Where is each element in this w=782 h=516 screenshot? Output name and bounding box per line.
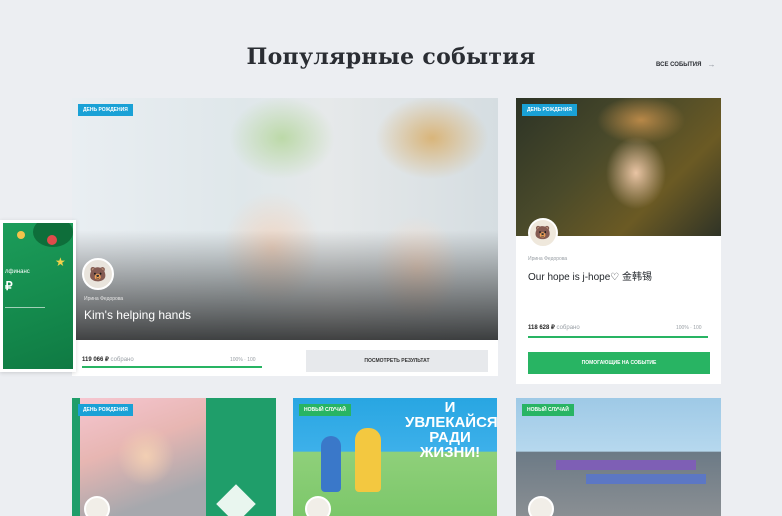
- author-avatar: [305, 496, 331, 516]
- all-events-label: ВСЕ СОБЫТИЯ: [656, 61, 702, 68]
- category-badge: НОВЫЙ СЛУЧАЙ: [522, 404, 574, 416]
- event-card-bottom-3[interactable]: НОВЫЙ СЛУЧАЙ: [516, 398, 721, 516]
- category-badge: НОВЫЙ СЛУЧАЙ: [299, 404, 351, 416]
- category-badge: ДЕНЬ РОЖДЕНИЯ: [78, 104, 133, 116]
- event-card-featured[interactable]: ДЕНЬ РОЖДЕНИЯ 🐻 Ирина Федорова Kim's hel…: [72, 98, 498, 376]
- image-gradient-overlay: [72, 230, 498, 340]
- poster-figure: [321, 436, 341, 492]
- raised-amount-value: 118 628 ₽: [528, 325, 555, 331]
- author-avatar: 🐻: [82, 258, 114, 290]
- arrow-right-icon: →: [707, 60, 716, 69]
- help-event-button[interactable]: ПОМОГАЮЩИЕ НА СОБЫТИЕ: [528, 352, 710, 374]
- progress-bar: [82, 366, 262, 368]
- raised-amount-suffix: собрано: [110, 357, 134, 363]
- decor-ornament: [17, 231, 25, 239]
- event-image: [516, 98, 721, 236]
- poster-text: И УВЛЕКАЙСЯ РАДИ ЖИЗНИ!: [405, 399, 497, 461]
- author-avatar: [84, 496, 110, 516]
- promo-line-2: ₽: [5, 279, 13, 293]
- author-avatar: [528, 496, 554, 516]
- popular-events-page: Популярные события ВСЕ СОБЫТИЯ → ДЕНЬ РО…: [0, 0, 782, 516]
- promo-divider: [5, 307, 45, 308]
- promo-image: ★ лфинанс ₽: [3, 223, 73, 369]
- view-result-button[interactable]: ПОСМОТРЕТЬ РЕЗУЛЬТАТ: [306, 350, 488, 372]
- raised-amount: 119 066 ₽ собрано: [82, 356, 134, 363]
- progress-percent: 100% · 100: [676, 325, 702, 331]
- raised-amount-suffix: собрано: [556, 325, 580, 331]
- event-image: [72, 98, 498, 340]
- event-card-bottom-2[interactable]: И УВЛЕКАЙСЯ РАДИ ЖИЗНИ! НОВЫЙ СЛУЧАЙ: [293, 398, 497, 516]
- yoga-mat: [556, 460, 696, 470]
- progress-fill: [528, 336, 708, 338]
- side-promo-banner[interactable]: ★ лфинанс ₽: [0, 220, 76, 372]
- category-badge: ДЕНЬ РОЖДЕНИЯ: [522, 104, 577, 116]
- promo-line-1: лфинанс: [5, 269, 30, 275]
- event-card-right[interactable]: ДЕНЬ РОЖДЕНИЯ 🐻 Ирина Федорова Our hope …: [516, 98, 721, 384]
- decor-emblem: [216, 484, 256, 516]
- all-events-link[interactable]: ВСЕ СОБЫТИЯ →: [656, 60, 715, 69]
- author-avatar: 🐻: [528, 218, 558, 248]
- event-title[interactable]: Kim's helping hands: [84, 308, 191, 322]
- raised-amount: 118 628 ₽ собрано: [528, 324, 580, 331]
- progress-bar: [528, 336, 708, 338]
- author-name: Ирина Федорова: [528, 256, 568, 262]
- poster-figure: [355, 428, 381, 492]
- progress-fill: [82, 366, 262, 368]
- progress-percent: 100% · 100: [230, 357, 256, 363]
- category-badge: ДЕНЬ РОЖДЕНИЯ: [78, 404, 133, 416]
- event-title[interactable]: Our hope is j-hope♡ 金韩锡: [528, 268, 652, 283]
- yoga-mat: [586, 474, 706, 484]
- star-icon: ★: [55, 255, 66, 269]
- event-card-bottom-1[interactable]: ДЕНЬ РОЖДЕНИЯ: [72, 398, 276, 516]
- decor-ornament: [47, 235, 57, 245]
- raised-amount-value: 119 066 ₽: [82, 357, 109, 363]
- author-name: Ирина Федорова: [84, 296, 124, 302]
